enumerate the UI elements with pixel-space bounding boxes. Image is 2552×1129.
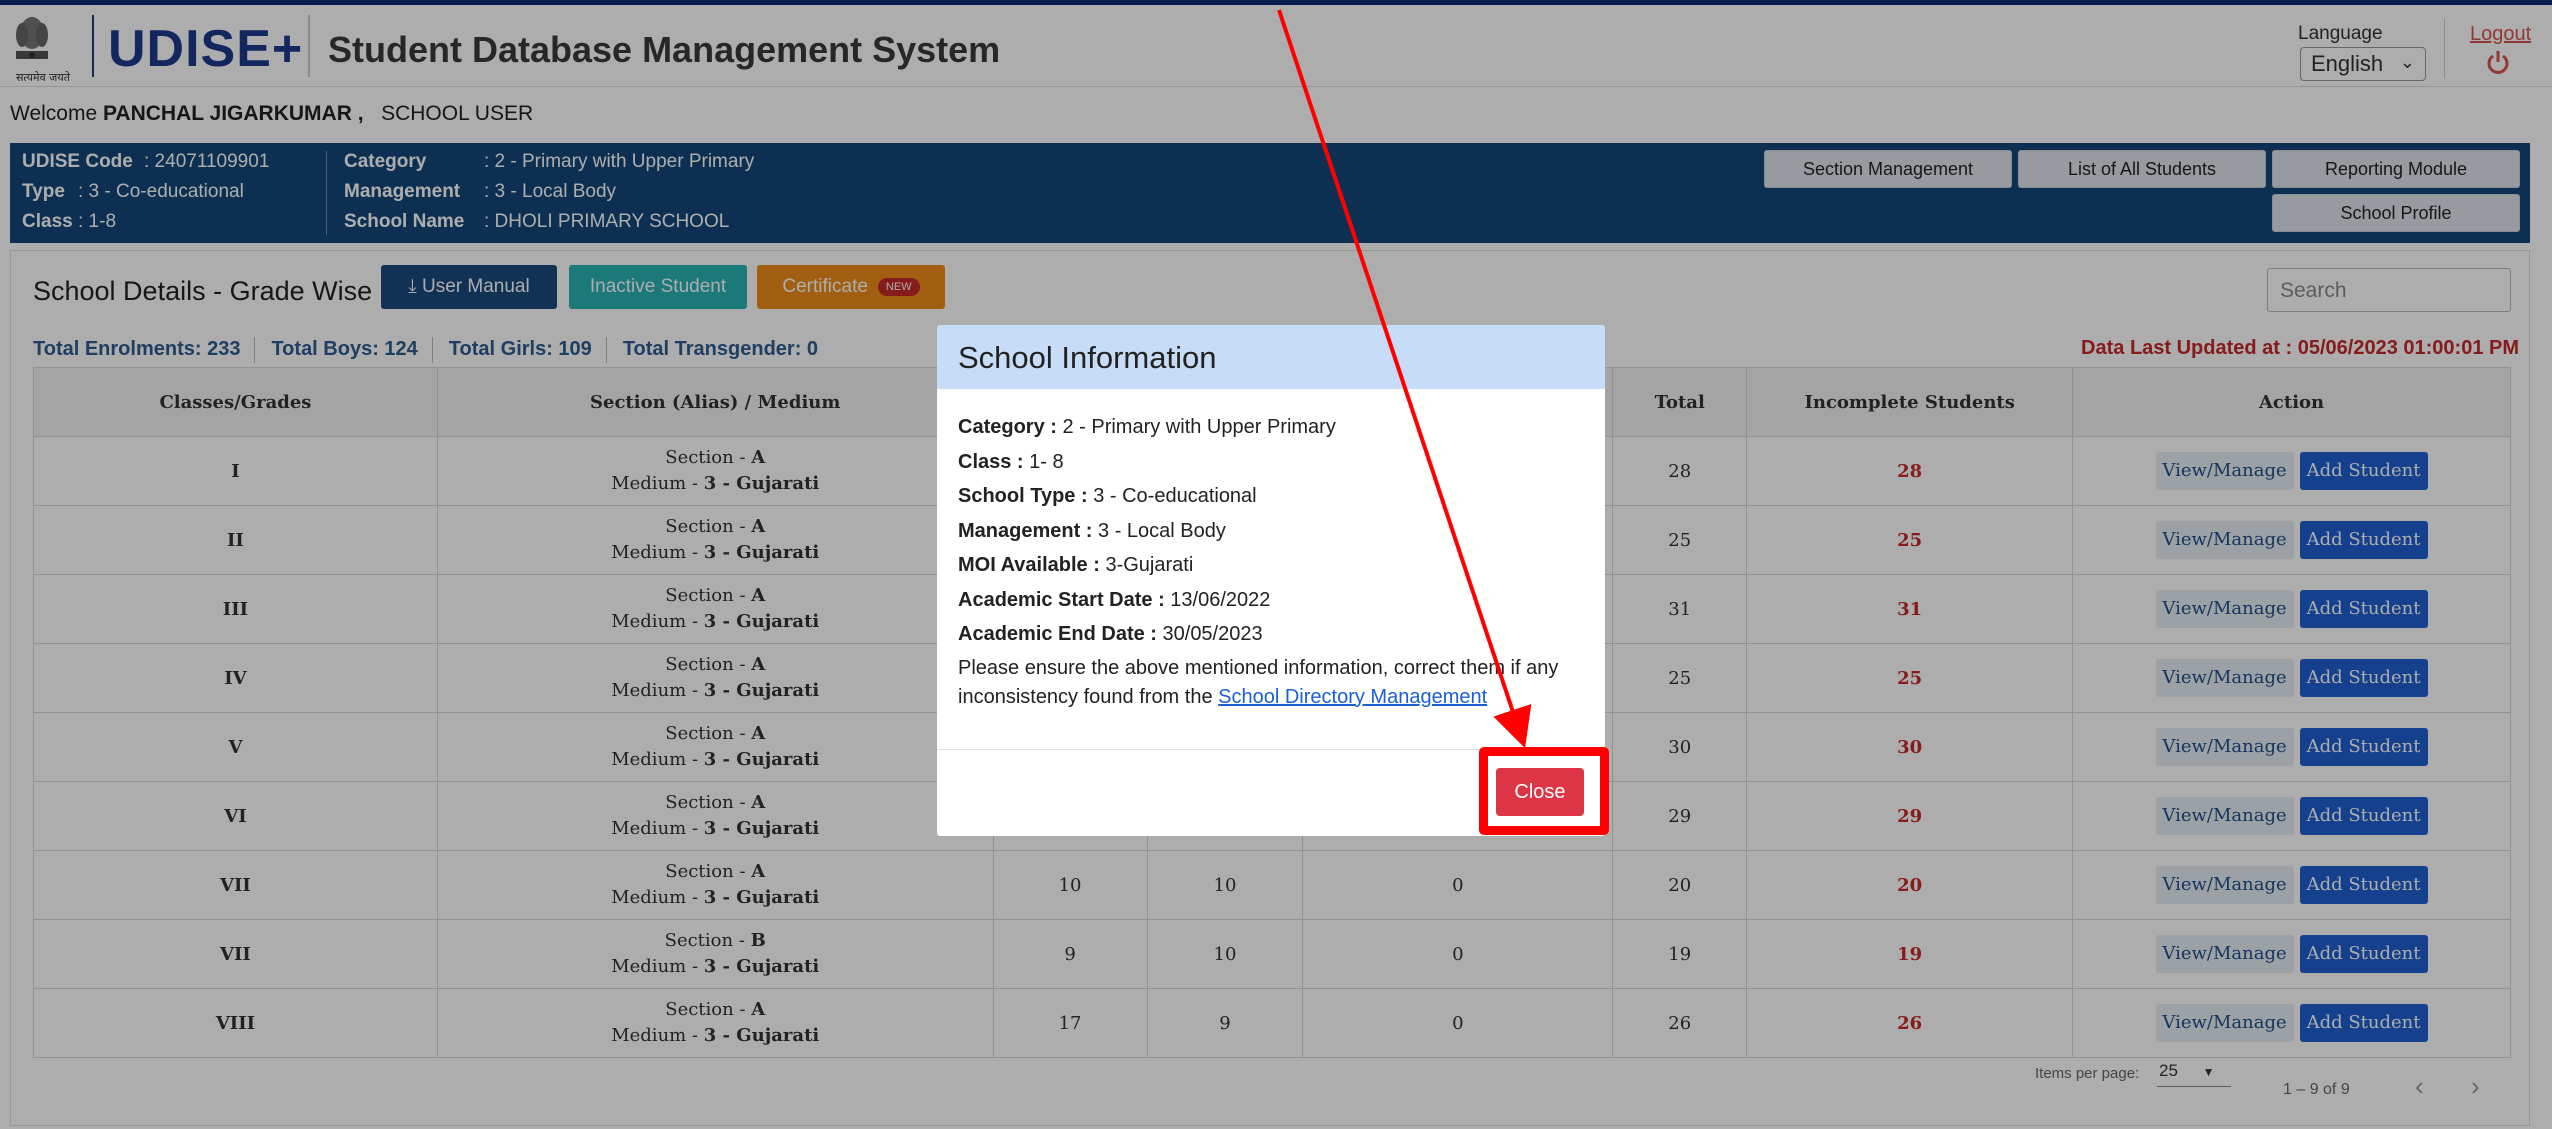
annotation-arrow: [1277, 9, 1532, 749]
